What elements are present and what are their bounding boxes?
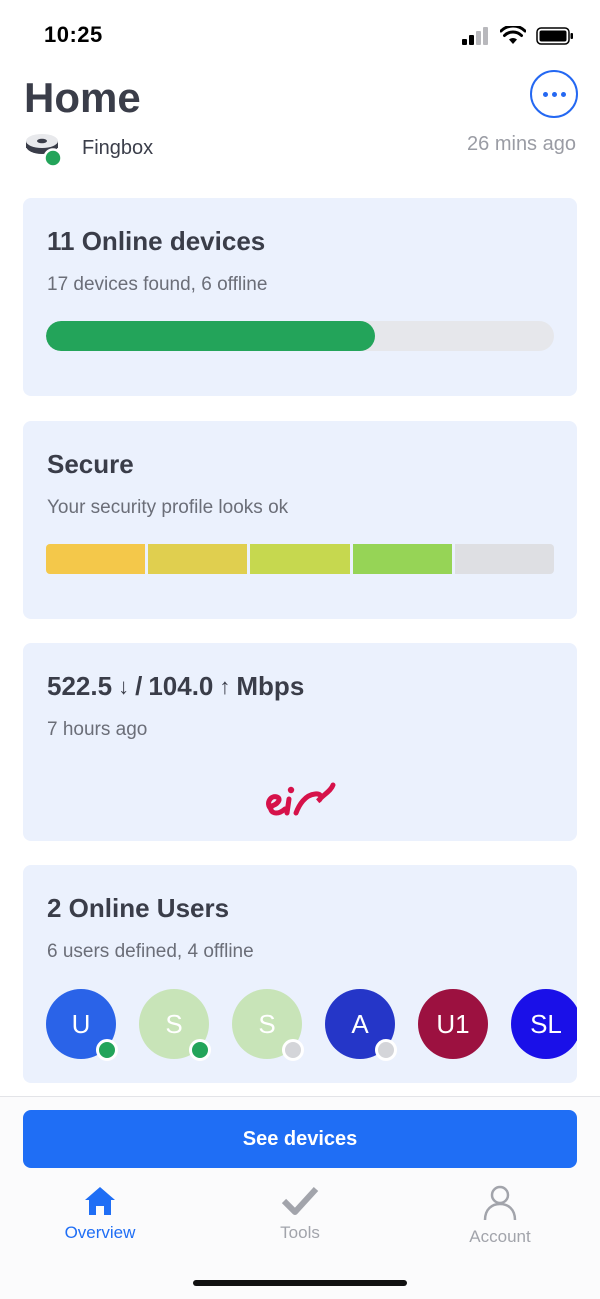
tab-overview-label: Overview xyxy=(64,1223,136,1242)
online-users-card[interactable]: 2 Online Users 6 users defined, 4 offlin… xyxy=(23,865,577,1083)
network-device-row[interactable]: Fingbox xyxy=(24,128,153,168)
user-initials: S xyxy=(258,1008,276,1039)
user-initials: A xyxy=(351,1008,369,1039)
tab-account-label: Account xyxy=(469,1227,531,1246)
user-initials: U xyxy=(71,1008,91,1039)
security-title: Secure xyxy=(47,449,134,479)
more-options-button[interactable] xyxy=(530,70,578,118)
devices-progress-bar xyxy=(46,321,554,351)
upload-arrow-icon: ↑ xyxy=(219,673,231,699)
wifi-icon xyxy=(500,26,526,44)
upload-speed: 104.0 xyxy=(148,671,214,701)
user-initials: SL xyxy=(530,1008,562,1039)
status-bar: 10:25 xyxy=(0,0,600,70)
last-updated-text: 26 mins ago xyxy=(467,133,576,155)
isp-logo: eir xyxy=(263,773,337,823)
devices-found-text: 17 devices found, 6 offline xyxy=(47,274,268,295)
security-card[interactable]: Secure Your security profile looks ok xyxy=(23,421,577,619)
status-icons xyxy=(462,26,574,45)
offline-status-dot xyxy=(375,1039,397,1061)
user-initials: U1 xyxy=(436,1008,470,1039)
battery-icon xyxy=(536,26,573,45)
user-avatar[interactable]: U xyxy=(46,989,118,1061)
security-segment xyxy=(46,544,146,574)
devices-progress-fill xyxy=(46,321,375,351)
internet-speed-card[interactable]: 522.5 ↓ / 104.0 ↑ Mbps 7 hours ago eir xyxy=(23,643,577,841)
security-segment xyxy=(352,544,452,574)
tab-account[interactable]: Account xyxy=(425,1185,575,1247)
checkmark-icon xyxy=(281,1186,319,1215)
tab-tools[interactable]: Tools xyxy=(225,1185,375,1243)
online-devices-card[interactable]: 11 Online devices 17 devices found, 6 of… xyxy=(23,198,577,396)
speed-separator: / xyxy=(135,671,143,701)
security-subtitle: Your security profile looks ok xyxy=(47,497,289,518)
user-avatar[interactable]: S xyxy=(232,989,304,1061)
status-time: 10:25 xyxy=(44,22,103,47)
page-title: Home xyxy=(24,74,141,121)
offline-status-dot xyxy=(282,1039,304,1061)
fingbox-icon xyxy=(24,128,64,168)
online-users-title: 2 Online Users xyxy=(47,893,230,923)
home-indicator xyxy=(193,1280,407,1286)
device-name: Fingbox xyxy=(82,136,154,159)
download-arrow-icon: ↓ xyxy=(118,673,130,699)
users-avatar-list[interactable]: U S S A U1 SL xyxy=(46,989,577,1061)
cellular-signal-icon xyxy=(462,26,488,45)
speed-test-time: 7 hours ago xyxy=(47,719,148,740)
bottom-area: See devices Overview Tools Account xyxy=(0,1096,600,1299)
home-icon xyxy=(85,1187,115,1215)
security-level-bar xyxy=(46,544,555,574)
tab-overview[interactable]: Overview xyxy=(25,1185,175,1243)
security-segment xyxy=(250,544,350,574)
user-initials: S xyxy=(165,1008,183,1039)
more-dot-icon xyxy=(560,91,566,97)
download-speed: 522.5 xyxy=(47,671,113,701)
users-defined-text: 6 users defined, 4 offline xyxy=(47,941,254,962)
online-status-dot xyxy=(96,1039,118,1061)
online-devices-title: 11 Online devices xyxy=(47,226,266,256)
tab-tools-label: Tools xyxy=(280,1223,320,1242)
user-avatar[interactable]: U1 xyxy=(418,989,488,1059)
user-avatar[interactable]: S xyxy=(139,989,211,1061)
security-segment xyxy=(148,544,248,574)
more-dot-icon xyxy=(551,91,557,97)
user-avatar[interactable]: SL xyxy=(511,989,577,1059)
tab-bar: Overview Tools Account xyxy=(0,1185,600,1255)
online-status-dot xyxy=(189,1039,211,1061)
security-segment xyxy=(454,544,555,574)
person-icon xyxy=(483,1185,517,1221)
speed-value: 522.5 ↓ / 104.0 ↑ Mbps xyxy=(47,671,304,702)
more-dot-icon xyxy=(542,91,548,97)
user-avatar[interactable]: A xyxy=(325,989,397,1061)
speed-unit: Mbps xyxy=(236,671,305,701)
see-devices-button[interactable]: See devices xyxy=(23,1110,577,1168)
